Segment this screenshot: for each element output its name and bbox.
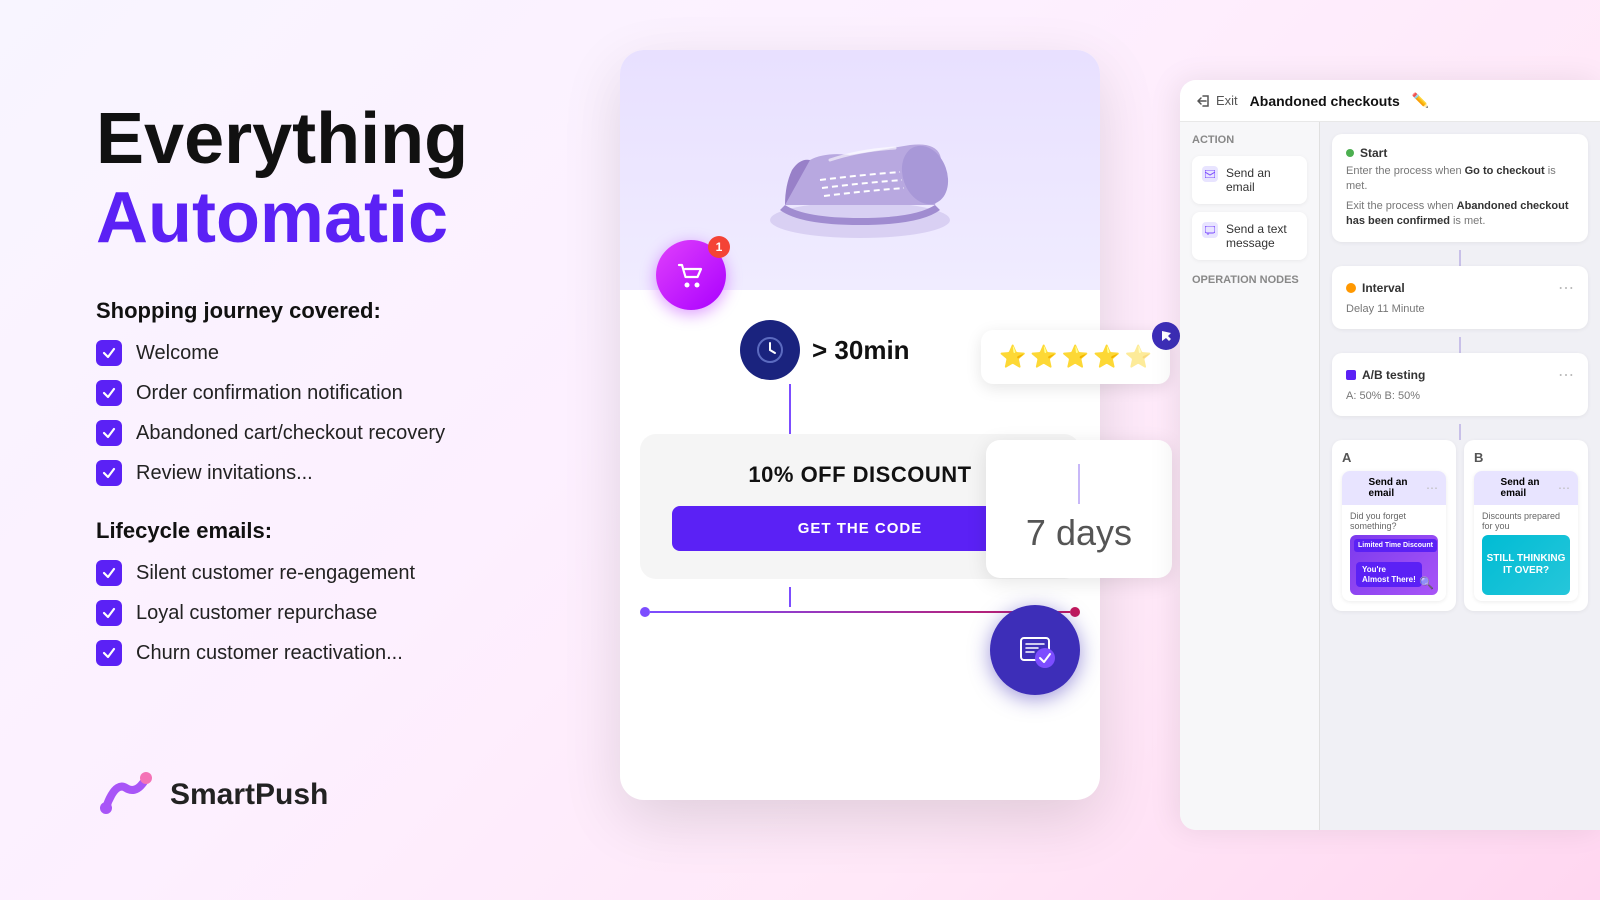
start-node-exit-text: Exit the process when Abandoned checkout…	[1346, 199, 1574, 230]
check-icon	[96, 600, 122, 626]
center-card: 1 > 30min 10% OFF DISCOUNT GET THE CODE	[620, 50, 1100, 800]
email-icon-a	[1350, 483, 1359, 493]
check-icon	[96, 380, 122, 406]
email-a-menu[interactable]: ⋯	[1426, 481, 1438, 495]
list-item: Loyal customer repurchase	[96, 600, 696, 626]
start-node: Start Enter the process when Go to check…	[1332, 134, 1588, 242]
list-item: Churn customer reactivation...	[96, 640, 696, 666]
shoe-image	[750, 80, 970, 260]
logo-text: SmartPush	[170, 778, 328, 812]
check-icon	[96, 420, 122, 446]
check-icon	[96, 460, 122, 486]
wf-connector-2	[1459, 337, 1461, 353]
edit-icon[interactable]: ✏️	[1412, 92, 1429, 109]
ab-col-b: B Send an email ⋯ Discounts prepared for…	[1464, 440, 1588, 611]
ab-split-columns: A Send an email ⋯ Did you forget somethi…	[1332, 440, 1588, 611]
panel-body: Action Send an email Send a text message…	[1180, 122, 1600, 830]
list-item: Welcome	[96, 340, 696, 366]
interval-dot	[1346, 283, 1356, 293]
connector-line	[789, 384, 791, 434]
shopping-section-label: Shopping journey covered:	[96, 298, 696, 324]
wf-connector-3	[1459, 424, 1461, 440]
action-sidebar: Action Send an email Send a text message…	[1180, 122, 1320, 830]
panel-title: Abandoned checkouts	[1250, 93, 1400, 109]
start-dot	[1346, 149, 1354, 157]
page-title: Everything Automatic	[96, 100, 696, 258]
cart-bubble: 1	[656, 240, 726, 310]
star-3: ⭐	[1062, 344, 1089, 370]
email-b-menu[interactable]: ⋯	[1558, 481, 1570, 495]
check-icon	[96, 640, 122, 666]
ab-dot	[1346, 370, 1356, 380]
workflow-panel: Exit Abandoned checkouts ✏️ Action Send …	[1180, 80, 1600, 830]
days-card: 7 days	[986, 440, 1172, 578]
email-preview-a: Send an email ⋯ Did you forget something…	[1342, 471, 1446, 601]
wf-connector-1	[1459, 250, 1461, 266]
days-text: 7 days	[1026, 512, 1132, 554]
email-preview-img-a: Limited Time Discount You'reAlmost There…	[1350, 535, 1438, 595]
logo-icon	[96, 770, 156, 820]
interval-node: Interval ⋯ Delay 11 Minute	[1332, 266, 1588, 329]
text-action-icon	[1202, 222, 1218, 238]
star-2: ⭐	[1030, 344, 1057, 370]
list-item: Order confirmation notification	[96, 380, 696, 406]
start-node-text: Enter the process when Go to checkout is…	[1346, 164, 1574, 195]
email-preview-b: Send an email ⋯ Discounts prepared for y…	[1474, 471, 1578, 601]
logo: SmartPush	[96, 770, 328, 820]
workflow-area: Start Enter the process when Go to check…	[1320, 122, 1600, 830]
check-icon	[96, 340, 122, 366]
stars-card: ⭐ ⭐ ⭐ ⭐ ⭐	[981, 330, 1170, 384]
exit-button[interactable]: Exit	[1196, 93, 1238, 108]
ab-menu[interactable]: ⋯	[1558, 365, 1574, 385]
email-preview-img-b: STILL THINKING IT OVER?	[1482, 535, 1570, 595]
complete-circle	[990, 605, 1080, 695]
list-item: Abandoned cart/checkout recovery	[96, 420, 696, 446]
email-icon-b	[1482, 483, 1491, 493]
ab-col-a: A Send an email ⋯ Did you forget somethi…	[1332, 440, 1456, 611]
check-icon	[96, 560, 122, 586]
panel-header: Exit Abandoned checkouts ✏️	[1180, 80, 1600, 122]
operation-section-title: Operation nodes	[1192, 274, 1307, 286]
star-4: ⭐	[1093, 344, 1120, 370]
shopping-checklist: Welcome Order confirmation notification …	[96, 340, 696, 486]
ab-split-text: A: 50% B: 50%	[1346, 389, 1574, 404]
timer-text: > 30min	[812, 335, 910, 366]
timer-circle	[740, 320, 800, 380]
star-5: ⭐	[1125, 344, 1152, 370]
list-item: Silent customer re-engagement	[96, 560, 696, 586]
lifecycle-section-label: Lifecycle emails:	[96, 518, 696, 544]
send-email-action[interactable]: Send an email	[1192, 156, 1307, 204]
shoe-display: 1	[620, 50, 1100, 290]
ab-node: A/B testing ⋯ A: 50% B: 50%	[1332, 353, 1588, 416]
interval-menu[interactable]: ⋯	[1558, 278, 1574, 298]
send-text-action[interactable]: Send a text message	[1192, 212, 1307, 260]
left-content: Everything Automatic Shopping journey co…	[96, 100, 696, 698]
star-1: ⭐	[999, 344, 1026, 370]
email-action-icon	[1202, 166, 1218, 182]
list-item: Review invitations...	[96, 460, 696, 486]
action-section-title: Action	[1192, 134, 1307, 146]
cart-badge: 1	[708, 236, 730, 258]
cursor-dot	[1152, 322, 1180, 350]
lifecycle-checklist: Silent customer re-engagement Loyal cust…	[96, 560, 696, 666]
interval-delay: Delay 11 Minute	[1346, 302, 1574, 317]
